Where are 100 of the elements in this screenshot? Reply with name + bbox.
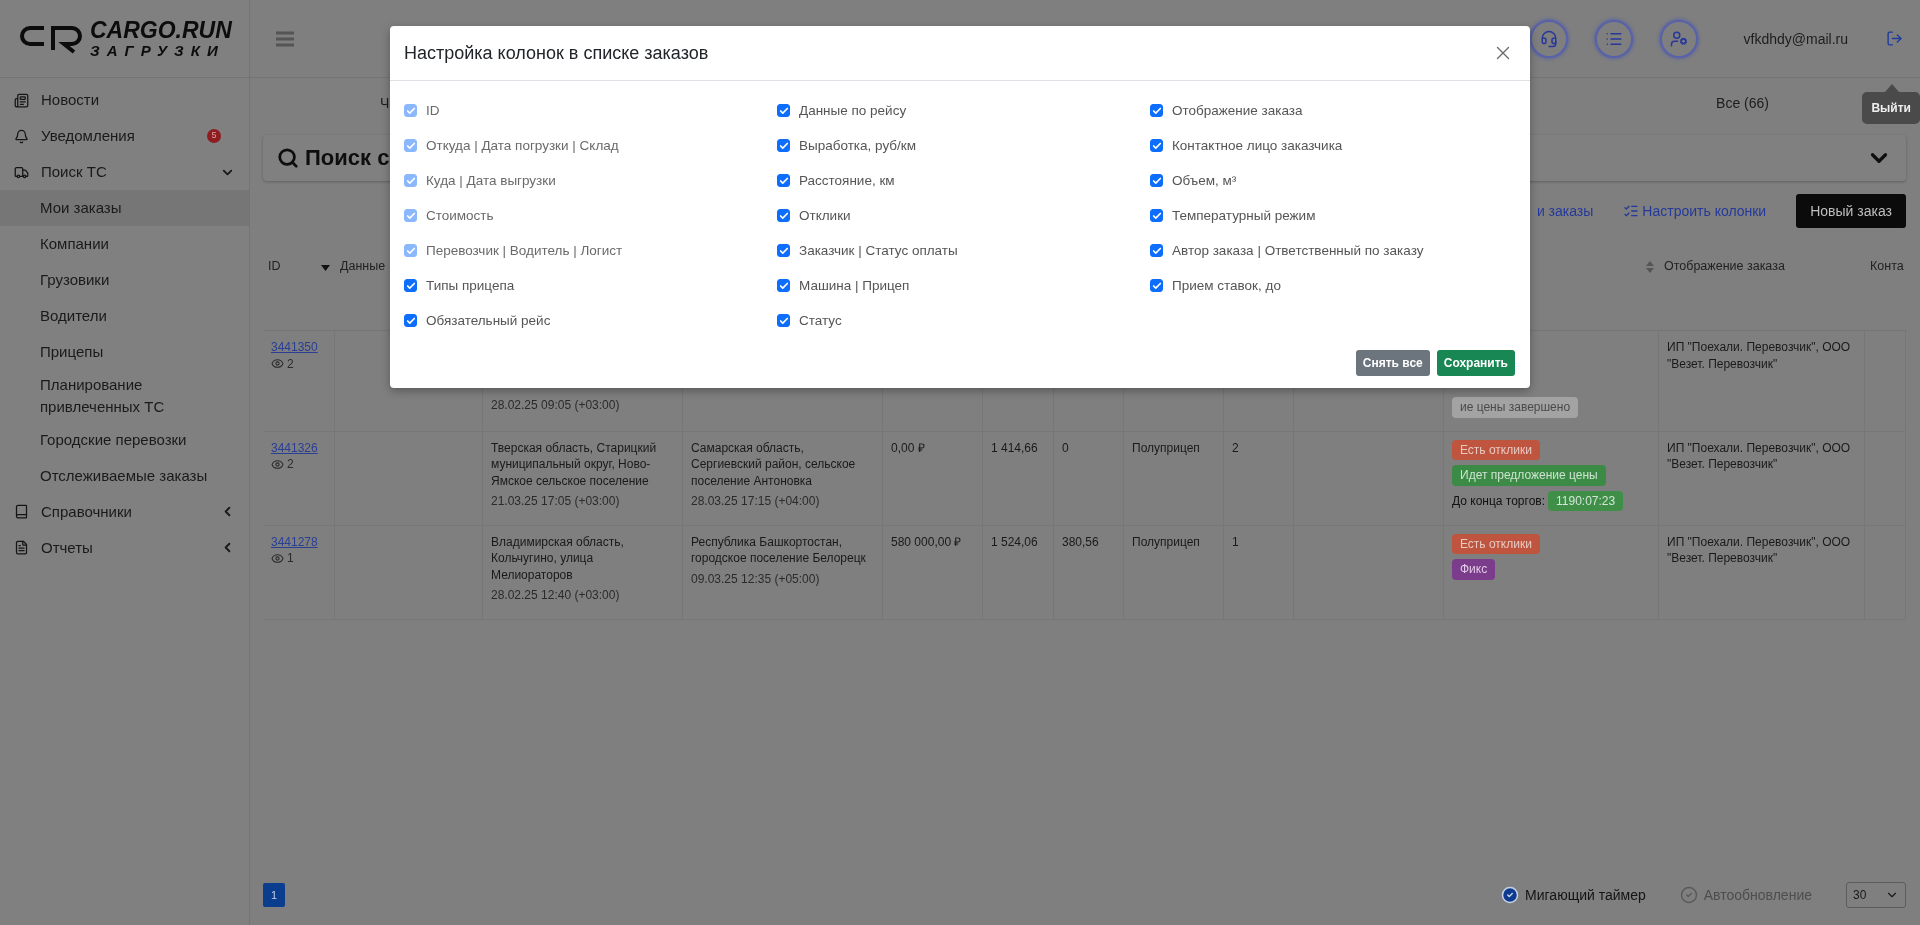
checkbox[interactable] bbox=[404, 279, 417, 292]
logo-mark-icon bbox=[20, 23, 82, 54]
tab[interactable]: Все (66) bbox=[1716, 95, 1769, 111]
checkbox-label: ID bbox=[426, 103, 440, 118]
user-gear-icon bbox=[1669, 29, 1688, 48]
checkbox-label: Куда | Дата выгрузки bbox=[426, 173, 556, 188]
user-email: vfkdhdy@mail.ru bbox=[1743, 30, 1848, 47]
user-settings-button[interactable] bbox=[1659, 19, 1698, 58]
sidebar-item[interactable]: Отчеты bbox=[0, 529, 249, 566]
headset-icon bbox=[1539, 29, 1558, 48]
checkbox-label: Обязательный рейс bbox=[426, 313, 551, 328]
tooltip-arrow-icon bbox=[1885, 84, 1899, 92]
datetime-text: 21.03.25 17:05 (+03:00) bbox=[491, 493, 620, 510]
logout-icon[interactable] bbox=[1886, 30, 1903, 47]
configure-columns-link[interactable]: Настроить колонки bbox=[1623, 203, 1767, 219]
order-display-text: ИП "Поехали. Перевозчик", ООО "Везет. Перевозчик" bbox=[1667, 533, 1852, 567]
address-text: Владимирская область, Кольчугино, улица Мелиораторов bbox=[491, 533, 625, 583]
sidebar-subitem[interactable]: Прицепы bbox=[0, 334, 249, 370]
sort-desc-icon[interactable] bbox=[321, 265, 330, 271]
checkbox[interactable] bbox=[1150, 279, 1163, 292]
dialog-title: Настройка колонок в списке заказов bbox=[404, 42, 709, 64]
page-button[interactable]: 1 bbox=[263, 883, 285, 907]
checkbox-label: Автор заказа | Ответственный по заказу bbox=[1172, 243, 1424, 258]
new-order-button[interactable]: Новый заказ bbox=[1796, 194, 1906, 228]
checkbox-label: Заказчик | Статус оплаты bbox=[799, 243, 958, 258]
checkbox-label: Стоимость bbox=[426, 208, 494, 223]
column-header[interactable]: Данные bbox=[340, 259, 386, 273]
responses-count: 1 bbox=[1232, 533, 1239, 550]
address-text: Самарская область, Сергиевский район, сельское поселение Антоновка bbox=[691, 439, 857, 489]
sidebar-subitem[interactable]: Отслеживаемые заказы bbox=[0, 457, 249, 494]
order-id-link[interactable]: 3441326 bbox=[271, 439, 318, 456]
tab[interactable]: Ч bbox=[380, 95, 390, 111]
checkbox[interactable] bbox=[404, 314, 417, 327]
datetime-text: 28.02.25 09:05 (+03:00) bbox=[491, 397, 620, 414]
views-count: 2 bbox=[287, 355, 294, 372]
order-id-link[interactable]: 3441278 bbox=[271, 533, 318, 550]
logo-title: CARGO.RUN bbox=[90, 19, 232, 42]
checkbox[interactable] bbox=[777, 104, 790, 117]
address-text: Тверская область, Старицкий муниципальный округ, Ново-Ямское сельское поселение bbox=[491, 439, 658, 489]
sidebar-item[interactable]: Поиск ТС bbox=[0, 154, 249, 190]
search-panel-title: Поиск с bbox=[305, 145, 390, 171]
toggle-label: Мигающий таймер bbox=[1525, 887, 1646, 903]
eye-icon bbox=[271, 457, 284, 471]
orders-link[interactable]: и заказы bbox=[1536, 203, 1594, 219]
distance-text: 0 bbox=[1062, 439, 1069, 456]
checkbox[interactable] bbox=[1150, 174, 1163, 187]
check-circle-icon[interactable] bbox=[1501, 886, 1520, 904]
status-badge: Есть отклики bbox=[1452, 439, 1540, 460]
checkbox-label: Прием ставок, до bbox=[1172, 278, 1281, 293]
checkbox-label: Типы прицепа bbox=[426, 278, 515, 293]
sidebar-item[interactable]: Уведомления 5 bbox=[0, 118, 249, 154]
sidebar-subitem[interactable]: Планирование привлеченных ТС bbox=[0, 370, 249, 422]
checkbox[interactable] bbox=[777, 174, 790, 187]
timer-badge: 1190:07:23 bbox=[1548, 490, 1624, 511]
price-text: 580 000,00 ₽ bbox=[891, 533, 962, 550]
address-text: Республика Башкортостан, городское поселение Белорецк bbox=[691, 533, 867, 567]
checklist-icon bbox=[1623, 203, 1640, 219]
checkbox[interactable] bbox=[777, 209, 790, 222]
timer-label: До конца торгов: bbox=[1452, 492, 1546, 509]
logout-tooltip: Выйти bbox=[1862, 92, 1920, 124]
rate-text: 1 524,06 bbox=[991, 533, 1038, 550]
checkbox[interactable] bbox=[777, 314, 790, 327]
logo-subtitle: ЗАГРУЗКИ bbox=[90, 43, 226, 58]
rate-text: 1 414,66 bbox=[991, 439, 1038, 456]
checkbox-label: Статус bbox=[799, 313, 842, 328]
checkbox[interactable] bbox=[1150, 209, 1163, 222]
checkbox-label: Температурный режим bbox=[1172, 208, 1316, 223]
checkbox-label: Объем, м³ bbox=[1172, 173, 1237, 188]
column-header[interactable]: Конта bbox=[1870, 259, 1904, 273]
distance-text: 380,56 bbox=[1062, 533, 1099, 550]
clear-all-button[interactable]: Снять все bbox=[1355, 350, 1430, 376]
checkbox-label: Перевозчик | Водитель | Логист bbox=[426, 243, 623, 258]
sidebar-subitem[interactable]: Компании bbox=[0, 226, 249, 262]
sidebar-subitem[interactable]: Грузовики bbox=[0, 262, 249, 298]
views-count: 2 bbox=[287, 456, 294, 473]
checkbox[interactable] bbox=[777, 244, 790, 257]
status-badge: ие цены завершено bbox=[1452, 397, 1579, 418]
datetime-text: 09.03.25 12:35 (+05:00) bbox=[691, 570, 820, 587]
page-size-select[interactable]: 30 bbox=[1846, 882, 1906, 908]
checkbox-label: Данные по рейсу bbox=[799, 103, 907, 118]
sidebar-item[interactable]: Справочники bbox=[0, 493, 249, 530]
checkbox[interactable] bbox=[1150, 104, 1163, 117]
column-header[interactable]: ID bbox=[268, 259, 281, 273]
order-id-link[interactable]: 3441350 bbox=[271, 339, 318, 356]
checkbox[interactable] bbox=[777, 279, 790, 292]
sidebar-subitem[interactable]: Мои заказы bbox=[0, 190, 249, 226]
sidebar-subitem[interactable]: Городские перевозки bbox=[0, 421, 249, 458]
trailer-type-text: Полуприцеп bbox=[1132, 439, 1200, 456]
checkbox[interactable] bbox=[777, 139, 790, 152]
views-count: 1 bbox=[287, 550, 294, 567]
eye-icon bbox=[271, 357, 284, 371]
support-button[interactable] bbox=[1529, 19, 1568, 58]
column-header[interactable]: Отображение заказа bbox=[1664, 259, 1785, 273]
sidebar-subitem[interactable]: Водители bbox=[0, 298, 249, 334]
sidebar-item[interactable]: Новости bbox=[0, 82, 249, 118]
status-badge: Есть отклики bbox=[1452, 533, 1540, 554]
checkbox[interactable] bbox=[1150, 139, 1163, 152]
save-button[interactable]: Сохранить bbox=[1436, 350, 1515, 376]
checkbox[interactable] bbox=[1150, 244, 1163, 257]
status-badge: Идет предложение цены bbox=[1452, 465, 1606, 486]
